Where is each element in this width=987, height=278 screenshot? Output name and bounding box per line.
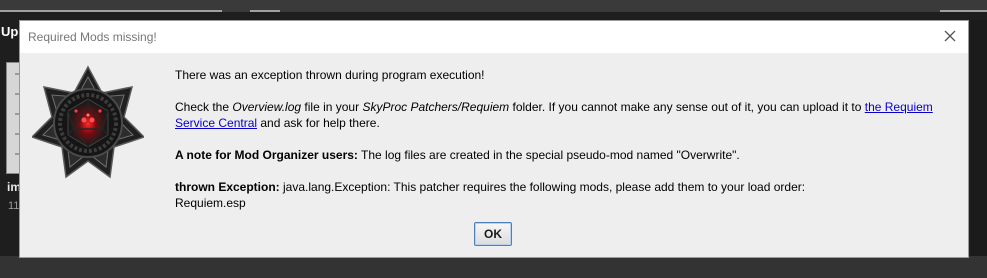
exception-details: thrown Exception: java.lang.Exception: T… xyxy=(175,179,956,211)
patcher-folder-path: SkyProc Patchers/Requiem xyxy=(362,100,510,114)
text-segment: file in your xyxy=(301,100,363,114)
background-bottom-bar xyxy=(0,256,987,278)
close-icon xyxy=(944,30,956,42)
error-dialog: Required Mods missing! There was an exce… xyxy=(19,20,969,258)
note-label: A note for Mod Organizer users: xyxy=(175,148,358,162)
background-top-bar xyxy=(0,0,987,12)
ok-button[interactable]: OK xyxy=(474,222,512,246)
note-text: The log files are created in the special… xyxy=(357,148,740,162)
dialog-message: There was an exception thrown during pro… xyxy=(175,67,956,211)
background-partial-number: 11 xyxy=(8,200,20,212)
exception-text: java.lang.Exception: This patcher requir… xyxy=(279,180,806,194)
close-button[interactable] xyxy=(940,26,960,46)
requiem-service-central-link-continued[interactable]: Service Central xyxy=(175,116,257,130)
exception-label: thrown Exception: xyxy=(175,180,280,194)
requiem-service-central-link[interactable]: the Requiem xyxy=(865,100,933,114)
dark-star-dice-logo-icon xyxy=(32,65,144,179)
exception-headline: There was an exception thrown during pro… xyxy=(175,68,485,82)
text-segment: folder. If you cannot make any sense out… xyxy=(509,100,865,114)
background-scroll-strip xyxy=(971,20,987,256)
text-segment: Check the xyxy=(175,100,233,114)
mod-organizer-note: A note for Mod Organizer users: The log … xyxy=(175,147,956,163)
missing-mod-list: Requiem.esp xyxy=(175,196,246,210)
dialog-title-bar[interactable]: Required Mods missing! xyxy=(20,21,968,53)
background-partial-heading: Up xyxy=(1,24,19,39)
dialog-title: Required Mods missing! xyxy=(28,30,157,44)
log-instructions: Check the Overview.log file in your SkyP… xyxy=(175,99,956,131)
log-filename: Overview.log xyxy=(232,100,302,114)
text-segment: and ask for help there. xyxy=(257,116,380,130)
